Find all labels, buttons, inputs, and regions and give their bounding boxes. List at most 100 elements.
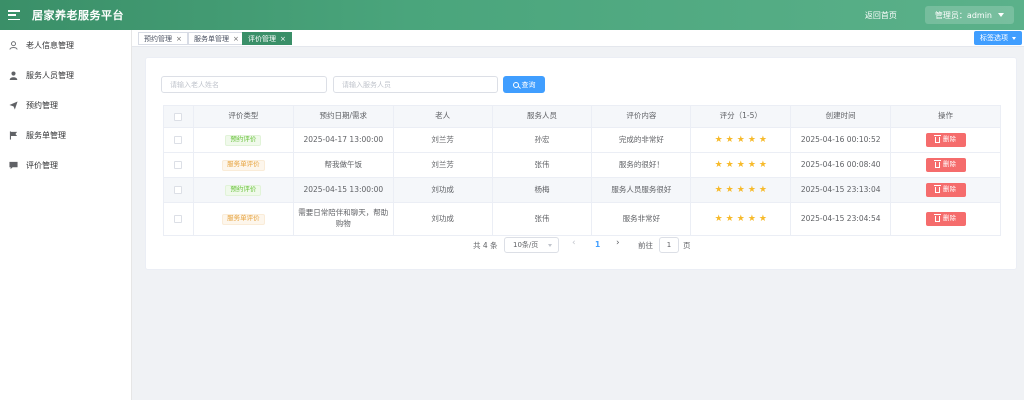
star-icon: ★ <box>736 159 745 170</box>
date-cell: 需要日常陪伴和聊天，帮助购物 <box>294 203 394 235</box>
page-unit-label: 页 <box>683 241 691 250</box>
rating-stars: ★ ★ ★ ★ ★ <box>714 184 767 195</box>
tab-review[interactable]: 评价管理 × <box>242 32 292 45</box>
delete-label: 删除 <box>943 135 957 144</box>
delete-label: 删除 <box>943 214 957 223</box>
star-icon: ★ <box>747 184 756 195</box>
tab-service-order[interactable]: 服务单管理 × <box>188 32 245 45</box>
row-select-cell <box>164 203 194 235</box>
review-table: 评价类型 预约日期/需求 老人 服务人员 评价内容 评分（1-5） 创建时间 操… <box>163 105 1001 236</box>
page-number-current[interactable]: 1 <box>595 240 600 249</box>
pagination: 共 4 条 10条/页 ‹ 1 › 前往 1 页 <box>146 237 1018 253</box>
staff-name-input[interactable]: 请输入服务人员 <box>333 76 498 93</box>
rating-cell: ★ ★ ★ ★ ★ <box>691 153 792 177</box>
delete-button[interactable]: 删除 <box>925 183 966 197</box>
created-cell: 2025-04-15 23:04:54 <box>791 203 892 235</box>
row-select-cell <box>164 178 194 202</box>
star-icon: ★ <box>758 134 767 145</box>
message-icon <box>8 160 18 170</box>
column-header: 预约日期/需求 <box>294 106 394 127</box>
review-type-tag: 服务单评价 <box>222 159 265 171</box>
star-icon: ★ <box>714 184 723 195</box>
delete-label: 删除 <box>943 185 957 194</box>
close-icon[interactable]: × <box>176 35 182 43</box>
content-cell: 服务人员服务很好 <box>592 178 692 202</box>
star-icon: ★ <box>758 184 767 195</box>
table-header-row: 评价类型 预约日期/需求 老人 服务人员 评价内容 评分（1-5） 创建时间 操… <box>164 106 1001 128</box>
type-cell: 预约评价 <box>194 178 294 202</box>
page-size-select[interactable]: 10条/页 <box>504 237 559 253</box>
trash-icon <box>934 185 942 193</box>
elder-cell: 刘兰芳 <box>394 128 493 152</box>
sidebar-item-review[interactable]: 评价管理 <box>0 150 131 180</box>
tab-label: 服务单管理 <box>194 34 229 43</box>
star-icon: ★ <box>725 184 734 195</box>
top-header: 居家养老服务平台 返回首页 管理员：admin <box>0 0 1024 30</box>
table-row: 预约评价 2025-04-15 13:00:00 刘功成 杨梅 服务人员服务很好… <box>164 178 1001 203</box>
delete-label: 删除 <box>943 160 957 169</box>
tab-appointment[interactable]: 预约管理 × <box>138 32 188 45</box>
next-page-icon[interactable]: › <box>616 238 620 248</box>
star-icon: ★ <box>758 159 767 170</box>
search-button[interactable]: 查询 <box>503 76 545 93</box>
row-checkbox[interactable] <box>174 215 183 223</box>
sidebar-item-service-order[interactable]: 服务单管理 <box>0 120 131 150</box>
select-all-checkbox[interactable] <box>174 112 183 121</box>
staff-cell: 张伟 <box>493 203 593 235</box>
close-icon[interactable]: × <box>233 35 239 43</box>
sidebar-item-appointment[interactable]: 预约管理 <box>0 90 131 120</box>
created-cell: 2025-04-16 00:08:40 <box>791 153 892 177</box>
goto-page-input[interactable]: 1 <box>659 237 679 253</box>
row-checkbox[interactable] <box>174 186 183 194</box>
sidebar-item-staff[interactable]: 服务人员管理 <box>0 60 131 90</box>
star-icon: ★ <box>725 159 734 170</box>
type-cell: 预约评价 <box>194 128 294 152</box>
star-icon: ★ <box>725 213 734 224</box>
admin-label: 管理员：admin <box>934 10 992 20</box>
row-checkbox[interactable] <box>174 161 183 169</box>
created-cell: 2025-04-15 23:13:04 <box>791 178 892 202</box>
column-header: 评分（1-5） <box>691 106 792 127</box>
delete-button[interactable]: 删除 <box>925 158 966 172</box>
row-select-cell <box>164 128 194 152</box>
star-icon: ★ <box>714 213 723 224</box>
elder-name-input[interactable]: 请输入老人姓名 <box>161 76 327 93</box>
type-cell: 服务单评价 <box>194 153 294 177</box>
content-cell: 完成的非常好 <box>592 128 692 152</box>
sidebar-item-elder-info[interactable]: 老人信息管理 <box>0 30 131 60</box>
review-type-tag: 服务单评价 <box>222 213 265 225</box>
close-icon[interactable]: × <box>280 35 286 43</box>
sidebar-item-label: 评价管理 <box>26 160 58 170</box>
date-cell: 2025-04-17 13:00:00 <box>294 128 394 152</box>
menu-toggle-icon[interactable] <box>8 10 20 20</box>
trash-icon <box>934 214 942 222</box>
sidebar: 老人信息管理 服务人员管理 预约管理 服务单管理 评价管理 <box>0 30 132 400</box>
column-header: 服务人员 <box>493 106 593 127</box>
sidebar-item-label: 服务单管理 <box>26 130 66 140</box>
rating-stars: ★ ★ ★ ★ ★ <box>715 134 767 145</box>
staff-cell: 孙宏 <box>493 128 593 152</box>
column-header: 评价内容 <box>592 106 692 127</box>
tab-options-button[interactable]: 标签选项 <box>974 31 1022 45</box>
date-cell: 2025-04-15 13:00:00 <box>294 178 394 202</box>
header-right: 返回首页 管理员：admin <box>865 0 1024 30</box>
column-header: 老人 <box>394 106 493 127</box>
sidebar-item-label: 服务人员管理 <box>26 70 74 80</box>
delete-button[interactable]: 删除 <box>925 133 966 147</box>
star-icon: ★ <box>725 134 734 145</box>
delete-button[interactable]: 删除 <box>925 212 966 226</box>
star-icon: ★ <box>747 213 756 224</box>
admin-dropdown[interactable]: 管理员：admin <box>924 6 1014 24</box>
type-cell: 服务单评价 <box>194 203 294 235</box>
action-cell: 删除 <box>891 128 1001 152</box>
select-all-cell <box>164 106 194 127</box>
user-icon <box>8 40 18 50</box>
app-title: 居家养老服务平台 <box>32 9 124 22</box>
review-type-tag: 预约评价 <box>225 184 262 196</box>
home-link[interactable]: 返回首页 <box>865 10 897 21</box>
prev-page-icon[interactable]: ‹ <box>572 238 576 248</box>
row-checkbox[interactable] <box>174 136 183 144</box>
rating-stars: ★ ★ ★ ★ ★ <box>715 159 767 170</box>
star-icon: ★ <box>758 213 767 224</box>
staff-cell: 张伟 <box>493 153 593 177</box>
